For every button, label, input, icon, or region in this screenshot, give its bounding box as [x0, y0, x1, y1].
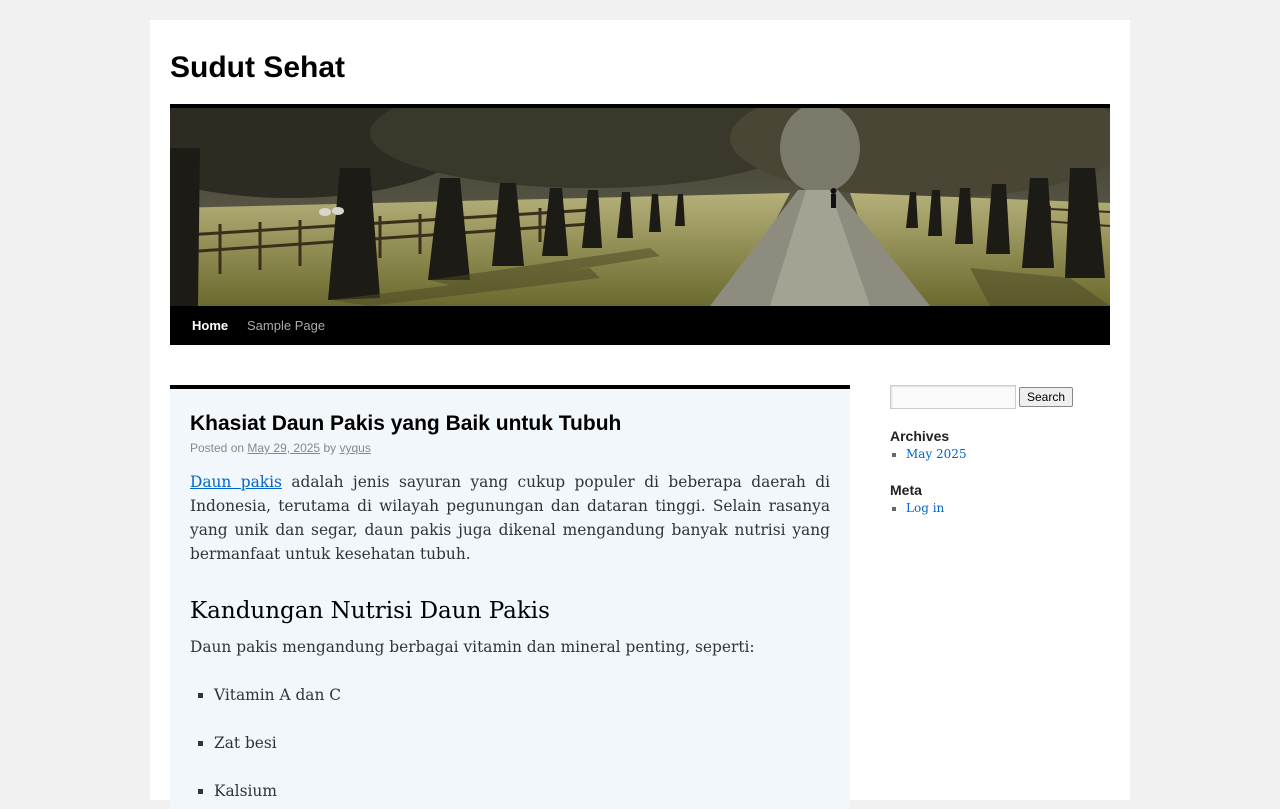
nav-item-sample-page[interactable]: Sample Page	[247, 306, 325, 345]
archives-list: May 2025	[890, 445, 967, 463]
post-title[interactable]: Khasiat Daun Pakis yang Baik untuk Tubuh	[190, 409, 621, 439]
header-image	[170, 108, 1110, 306]
daun-pakis-link[interactable]: Daun pakis	[190, 473, 282, 491]
list-item: Vitamin A dan C	[214, 683, 341, 707]
list-item: Zat besi	[214, 731, 341, 755]
section-intro: Daun pakis mengandung berbagai vitamin d…	[190, 638, 755, 656]
by-label: by	[323, 441, 337, 455]
login-link[interactable]: Log in	[906, 501, 944, 515]
page-wrapper: Sudut Sehat Home Sample Page Khasiat Dau…	[150, 20, 1130, 809]
meta-title: Meta	[890, 482, 922, 498]
post-author-link[interactable]: vyqus	[339, 441, 370, 455]
nutrient-list: Vitamin A dan C Zat besi Kalsium	[190, 683, 341, 809]
nav-item-home[interactable]: Home	[192, 306, 228, 345]
site-title[interactable]: Sudut Sehat	[170, 50, 345, 86]
list-item: May 2025	[906, 445, 967, 463]
list-item: Kalsium	[214, 779, 341, 803]
post-date-link[interactable]: May 29, 2025	[247, 441, 320, 455]
search-button[interactable]: Search	[1019, 387, 1073, 407]
list-item: Log in	[906, 499, 944, 517]
search-input[interactable]	[890, 385, 1016, 409]
post-content: Daun pakis adalah jenis sayuran yang cuk…	[190, 470, 830, 800]
post-meta: Posted on May 29, 2025 by vyqus	[190, 439, 371, 457]
intro-text: adalah jenis sayuran yang cukup populer …	[190, 473, 830, 563]
archive-link-may-2025[interactable]: May 2025	[906, 447, 967, 461]
posted-on-label: Posted on	[190, 441, 245, 455]
intro-paragraph: Daun pakis adalah jenis sayuran yang cuk…	[190, 470, 830, 566]
main-navigation: Home Sample Page	[170, 306, 1110, 345]
meta-list: Log in	[890, 499, 944, 517]
section-heading: Kandungan Nutrisi Daun Pakis	[190, 598, 550, 624]
post-article: Khasiat Daun Pakis yang Baik untuk Tubuh…	[170, 385, 850, 809]
archives-title: Archives	[890, 428, 950, 444]
